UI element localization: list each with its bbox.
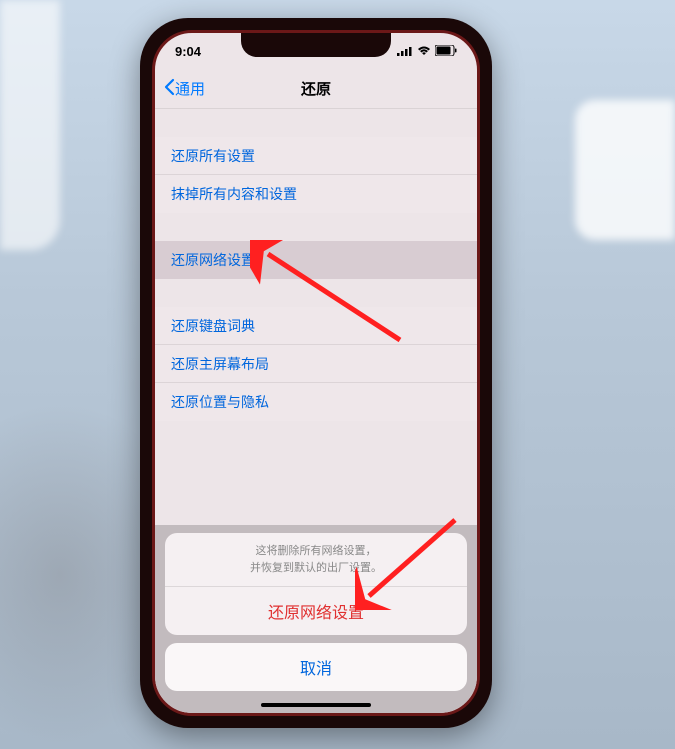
sheet-message-line: 这将删除所有网络设置，: [185, 543, 447, 560]
row-label: 还原位置与隐私: [171, 392, 269, 412]
screen: 9:04 通用: [155, 33, 477, 713]
back-button[interactable]: 通用: [155, 78, 205, 100]
row-label: 还原主屏幕布局: [171, 354, 269, 374]
background-decoration: [575, 100, 675, 240]
row-label: 抹掉所有内容和设置: [171, 184, 297, 204]
phone-frame: 9:04 通用: [140, 18, 492, 728]
action-sheet-overlay: 这将删除所有网络设置， 并恢复到默认的出厂设置。 还原网络设置 取消: [155, 525, 477, 713]
settings-group-3: 还原键盘词典 还原主屏幕布局 还原位置与隐私: [155, 307, 477, 421]
cancel-button[interactable]: 取消: [165, 643, 467, 691]
notch: [241, 33, 391, 57]
cancel-label: 取消: [300, 661, 332, 678]
chevron-left-icon: [163, 78, 175, 100]
action-sheet: 这将删除所有网络设置， 并恢复到默认的出厂设置。 还原网络设置: [165, 533, 467, 635]
erase-all-content-row[interactable]: 抹掉所有内容和设置: [155, 175, 477, 213]
sheet-message-line: 并恢复到默认的出厂设置。: [185, 560, 447, 577]
row-label: 还原键盘词典: [171, 316, 255, 336]
settings-group-1: 还原所有设置 抹掉所有内容和设置: [155, 137, 477, 213]
reset-location-privacy-row[interactable]: 还原位置与隐私: [155, 383, 477, 421]
page-title: 还原: [301, 78, 331, 99]
reset-keyboard-dict-row[interactable]: 还原键盘词典: [155, 307, 477, 345]
confirm-reset-network-button[interactable]: 还原网络设置: [165, 587, 467, 635]
reset-network-settings-row[interactable]: 还原网络设置: [155, 241, 477, 279]
reset-all-settings-row[interactable]: 还原所有设置: [155, 137, 477, 175]
battery-icon: [435, 44, 457, 59]
settings-group-2: 还原网络设置: [155, 241, 477, 279]
action-label: 还原网络设置: [268, 605, 364, 622]
home-indicator[interactable]: [261, 703, 371, 707]
background-decoration: [0, 0, 60, 250]
row-label: 还原所有设置: [171, 146, 255, 166]
sheet-message: 这将删除所有网络设置， 并恢复到默认的出厂设置。: [165, 533, 467, 587]
signal-icon: [397, 44, 413, 59]
status-icons: [397, 44, 457, 59]
reset-home-layout-row[interactable]: 还原主屏幕布局: [155, 345, 477, 383]
status-time: 9:04: [175, 44, 201, 59]
nav-bar: 通用 还原: [155, 69, 477, 109]
wifi-icon: [417, 44, 431, 59]
back-label: 通用: [175, 78, 205, 99]
row-label: 还原网络设置: [171, 250, 255, 270]
phone-bezel: 9:04 通用: [152, 30, 480, 716]
